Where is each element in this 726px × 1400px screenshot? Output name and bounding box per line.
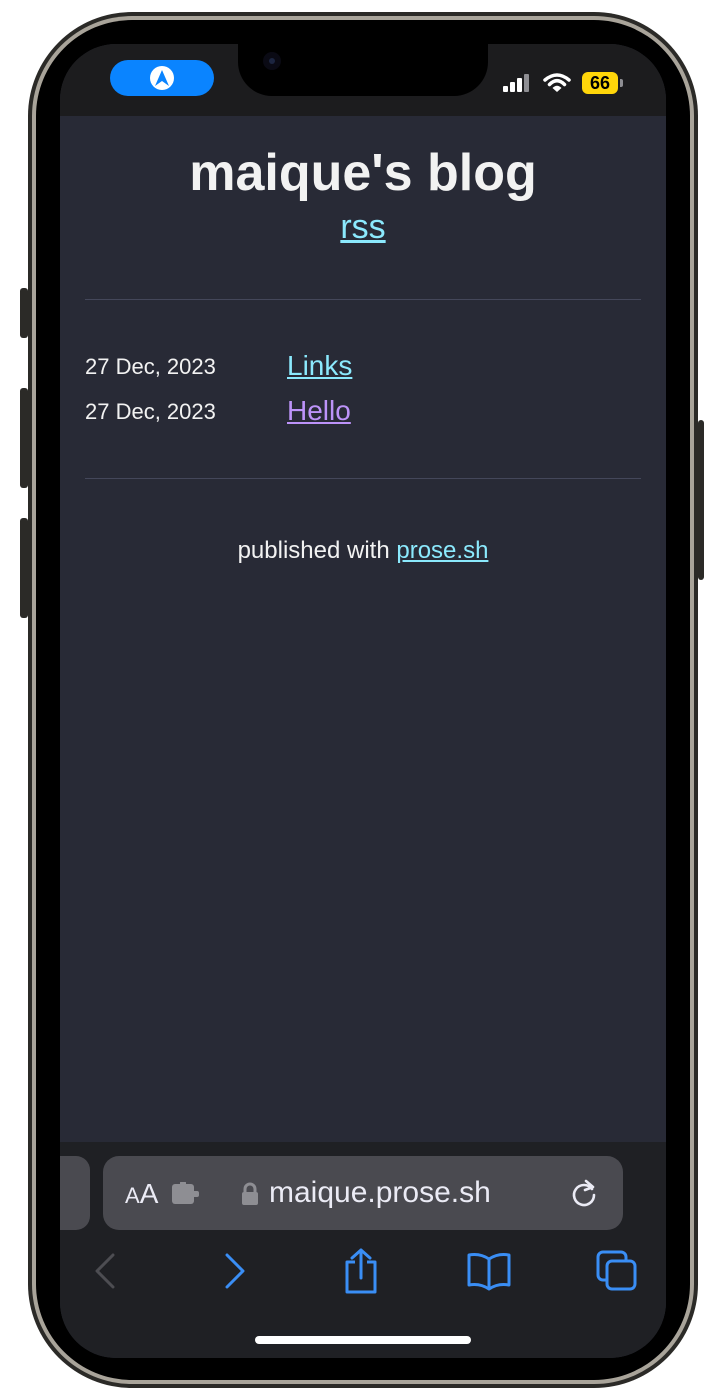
post-link-hello[interactable]: Hello bbox=[287, 395, 351, 427]
battery-tip bbox=[620, 79, 623, 87]
forward-icon bbox=[225, 1253, 245, 1289]
tabs-button[interactable] bbox=[592, 1248, 642, 1294]
cellular-signal-icon bbox=[503, 74, 531, 92]
post-list-item: 27 Dec, 2023 Links bbox=[85, 350, 641, 386]
url-text: maique.prose.sh bbox=[269, 1176, 491, 1209]
post-link-links[interactable]: Links bbox=[287, 350, 352, 382]
text-size-icon[interactable]: AA bbox=[125, 1178, 158, 1210]
post-date: 27 Dec, 2023 bbox=[85, 399, 216, 424]
power-button bbox=[698, 420, 704, 580]
status-bar: 66 bbox=[60, 44, 666, 116]
back-button[interactable] bbox=[80, 1248, 130, 1294]
reload-icon[interactable] bbox=[569, 1178, 599, 1208]
text-size-small-letter: A bbox=[125, 1183, 140, 1208]
screen: 66 maique's blog rss 27 Dec, 2023 Links … bbox=[60, 44, 666, 1358]
silent-switch bbox=[20, 288, 28, 338]
navigation-pill[interactable] bbox=[110, 60, 214, 96]
footer-prefix: published with bbox=[237, 537, 390, 564]
prose-sh-link[interactable]: prose.sh bbox=[396, 537, 488, 564]
blog-title: maique's blog bbox=[189, 144, 537, 202]
volume-down-button bbox=[20, 518, 28, 618]
bookmarks-icon bbox=[467, 1253, 511, 1291]
bookmarks-button[interactable] bbox=[464, 1248, 514, 1294]
header-divider bbox=[85, 299, 641, 300]
share-button[interactable] bbox=[336, 1248, 386, 1294]
previous-tab-preview[interactable] bbox=[60, 1156, 90, 1230]
post-date: 27 Dec, 2023 bbox=[85, 354, 216, 379]
wifi-icon bbox=[543, 73, 571, 92]
share-icon bbox=[345, 1248, 377, 1294]
safari-toolbar: AA maique.prose.sh bbox=[60, 1142, 666, 1358]
footer-divider bbox=[85, 478, 641, 479]
forward-button[interactable] bbox=[210, 1248, 260, 1294]
back-icon bbox=[95, 1253, 115, 1289]
battery-indicator: 66 bbox=[582, 72, 618, 94]
post-list-item: 27 Dec, 2023 Hello bbox=[85, 395, 641, 431]
navigation-arrow-icon bbox=[155, 70, 169, 86]
extension-icon[interactable] bbox=[171, 1182, 201, 1206]
rss-link[interactable]: rss bbox=[60, 206, 666, 248]
lock-icon bbox=[242, 1182, 258, 1205]
home-indicator[interactable] bbox=[255, 1336, 471, 1344]
footer: published with prose.sh bbox=[60, 536, 666, 566]
address-bar[interactable]: AA maique.prose.sh bbox=[103, 1156, 623, 1230]
front-camera bbox=[263, 52, 281, 70]
tabs-icon bbox=[596, 1250, 637, 1291]
text-size-big-letter: A bbox=[139, 1178, 159, 1209]
volume-up-button bbox=[20, 388, 28, 488]
battery-level: 66 bbox=[589, 73, 611, 93]
